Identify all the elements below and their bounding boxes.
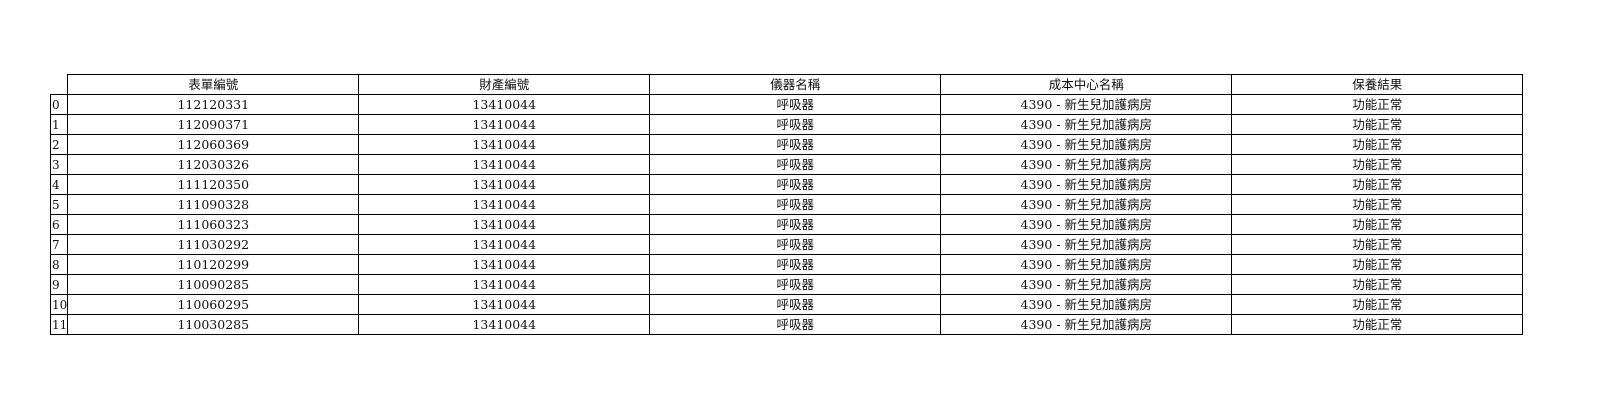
result-cell: 功能正常 bbox=[1231, 94, 1524, 115]
form-no-cell: 111120350 bbox=[67, 174, 360, 195]
cost-center-cell: 4390 - 新生兒加護病房 bbox=[940, 214, 1233, 235]
result-cell: 功能正常 bbox=[1231, 314, 1524, 335]
column-header-cost-center: 成本中心名稱 bbox=[940, 74, 1233, 95]
row-index: 7 bbox=[49, 234, 69, 255]
row-index: 6 bbox=[49, 214, 69, 235]
instrument-cell: 呼吸器 bbox=[649, 114, 942, 135]
result-cell: 功能正常 bbox=[1231, 274, 1524, 295]
table-row: 5 111090328 13410044 呼吸器 4390 - 新生兒加護病房 功能正常 bbox=[49, 194, 1524, 215]
table-row: 6 111060323 13410044 呼吸器 4390 - 新生兒加護病房 功能正常 bbox=[49, 214, 1524, 235]
table-row: 4 111120350 13410044 呼吸器 4390 - 新生兒加護病房 功能正常 bbox=[49, 174, 1524, 195]
result-cell: 功能正常 bbox=[1231, 134, 1524, 155]
table-row: 1 112090371 13410044 呼吸器 4390 - 新生兒加護病房 功能正常 bbox=[49, 114, 1524, 135]
table-row: 11 110030285 13410044 呼吸器 4390 - 新生兒加護病房 功能正常 bbox=[49, 314, 1524, 335]
column-header-form-no: 表單編號 bbox=[67, 74, 360, 95]
result-cell: 功能正常 bbox=[1231, 214, 1524, 235]
column-header-result: 保養結果 bbox=[1231, 74, 1524, 95]
form-no-cell: 110060295 bbox=[67, 294, 360, 315]
index-column-header bbox=[51, 75, 68, 95]
result-cell: 功能正常 bbox=[1231, 154, 1524, 175]
asset-no-cell: 13410044 bbox=[358, 194, 651, 215]
instrument-cell: 呼吸器 bbox=[649, 134, 942, 155]
asset-no-cell: 13410044 bbox=[358, 174, 651, 195]
form-no-cell: 112120331 bbox=[67, 94, 360, 115]
instrument-cell: 呼吸器 bbox=[649, 214, 942, 235]
row-index: 4 bbox=[49, 174, 69, 195]
form-no-cell: 110120299 bbox=[67, 254, 360, 275]
form-no-cell: 112030326 bbox=[67, 154, 360, 175]
cost-center-cell: 4390 - 新生兒加護病房 bbox=[940, 134, 1233, 155]
table-header: 表單編號 財產編號 儀器名稱 成本中心名稱 保養結果 bbox=[51, 74, 1524, 95]
result-cell: 功能正常 bbox=[1231, 234, 1524, 255]
result-cell: 功能正常 bbox=[1231, 194, 1524, 215]
cost-center-cell: 4390 - 新生兒加護病房 bbox=[940, 254, 1233, 275]
table-body: 0 112120331 13410044 呼吸器 4390 - 新生兒加護病房 功能正常 1… bbox=[49, 94, 1524, 335]
cost-center-cell: 4390 - 新生兒加護病房 bbox=[940, 294, 1233, 315]
form-no-cell: 112060369 bbox=[67, 134, 360, 155]
instrument-cell: 呼吸器 bbox=[649, 294, 942, 315]
asset-no-cell: 13410044 bbox=[358, 274, 651, 295]
table-row: 9 110090285 13410044 呼吸器 4390 - 新生兒加護病房 功能正常 bbox=[49, 274, 1524, 295]
form-no-cell: 111090328 bbox=[67, 194, 360, 215]
instrument-cell: 呼吸器 bbox=[649, 174, 942, 195]
table-row: 3 112030326 13410044 呼吸器 4390 - 新生兒加護病房 功能正常 bbox=[49, 154, 1524, 175]
column-header-instrument: 儀器名稱 bbox=[649, 74, 942, 95]
cost-center-cell: 4390 - 新生兒加護病房 bbox=[940, 194, 1233, 215]
form-no-cell: 111060323 bbox=[67, 214, 360, 235]
instrument-cell: 呼吸器 bbox=[649, 234, 942, 255]
asset-no-cell: 13410044 bbox=[358, 294, 651, 315]
row-index: 3 bbox=[49, 154, 69, 175]
asset-no-cell: 13410044 bbox=[358, 314, 651, 335]
row-index: 1 bbox=[49, 114, 69, 135]
form-no-cell: 110090285 bbox=[67, 274, 360, 295]
row-index: 10 bbox=[49, 294, 69, 315]
asset-no-cell: 13410044 bbox=[358, 214, 651, 235]
table-row: 0 112120331 13410044 呼吸器 4390 - 新生兒加護病房 功能正常 bbox=[49, 94, 1524, 115]
instrument-cell: 呼吸器 bbox=[649, 154, 942, 175]
asset-no-cell: 13410044 bbox=[358, 234, 651, 255]
instrument-cell: 呼吸器 bbox=[649, 94, 942, 115]
cost-center-cell: 4390 - 新生兒加護病房 bbox=[940, 154, 1233, 175]
result-cell: 功能正常 bbox=[1231, 254, 1524, 275]
cost-center-cell: 4390 - 新生兒加護病房 bbox=[940, 94, 1233, 115]
row-index: 8 bbox=[49, 254, 69, 275]
result-cell: 功能正常 bbox=[1231, 294, 1524, 315]
cost-center-cell: 4390 - 新生兒加護病房 bbox=[940, 274, 1233, 295]
cost-center-cell: 4390 - 新生兒加護病房 bbox=[940, 234, 1233, 255]
instrument-cell: 呼吸器 bbox=[649, 274, 942, 295]
table-row: 7 111030292 13410044 呼吸器 4390 - 新生兒加護病房 功能正常 bbox=[49, 234, 1524, 255]
row-index: 11 bbox=[49, 314, 69, 335]
asset-no-cell: 13410044 bbox=[358, 134, 651, 155]
row-index: 5 bbox=[49, 194, 69, 215]
cost-center-cell: 4390 - 新生兒加護病房 bbox=[940, 314, 1233, 335]
maintenance-records-sheet: 表單編號 財產編號 儀器名稱 成本中心名稱 保養結果 0 112120331 134… bbox=[49, 74, 1524, 335]
asset-no-cell: 13410044 bbox=[358, 154, 651, 175]
form-no-cell: 112090371 bbox=[67, 114, 360, 135]
cost-center-cell: 4390 - 新生兒加護病房 bbox=[940, 174, 1233, 195]
instrument-cell: 呼吸器 bbox=[649, 254, 942, 275]
asset-no-cell: 13410044 bbox=[358, 254, 651, 275]
result-cell: 功能正常 bbox=[1231, 114, 1524, 135]
table-row: 10 110060295 13410044 呼吸器 4390 - 新生兒加護病房 功能正常 bbox=[49, 294, 1524, 315]
column-header-asset-no: 財產編號 bbox=[358, 74, 651, 95]
asset-no-cell: 13410044 bbox=[358, 114, 651, 135]
instrument-cell: 呼吸器 bbox=[649, 314, 942, 335]
form-no-cell: 110030285 bbox=[67, 314, 360, 335]
row-index: 9 bbox=[49, 274, 69, 295]
instrument-cell: 呼吸器 bbox=[649, 194, 942, 215]
row-index: 2 bbox=[49, 134, 69, 155]
table-row: 2 112060369 13410044 呼吸器 4390 - 新生兒加護病房 功能正常 bbox=[49, 134, 1524, 155]
asset-no-cell: 13410044 bbox=[358, 94, 651, 115]
result-cell: 功能正常 bbox=[1231, 174, 1524, 195]
form-no-cell: 111030292 bbox=[67, 234, 360, 255]
maintenance-records-table: 表單編號 財產編號 儀器名稱 成本中心名稱 保養結果 0 112120331 134… bbox=[49, 74, 1524, 335]
table-row: 8 110120299 13410044 呼吸器 4390 - 新生兒加護病房 功能正常 bbox=[49, 254, 1524, 275]
row-index: 0 bbox=[49, 94, 69, 115]
cost-center-cell: 4390 - 新生兒加護病房 bbox=[940, 114, 1233, 135]
header-row: 表單編號 財產編號 儀器名稱 成本中心名稱 保養結果 bbox=[51, 74, 1524, 95]
